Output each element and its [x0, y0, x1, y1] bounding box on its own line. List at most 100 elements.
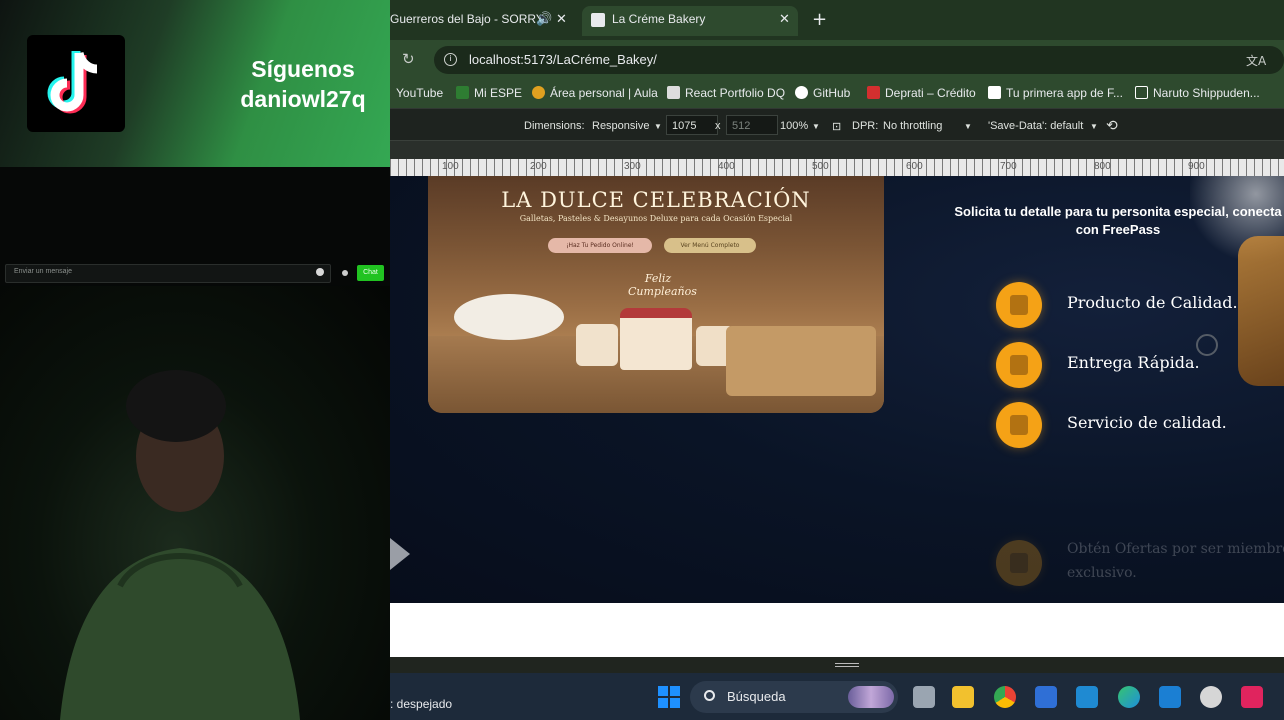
bookmark-react-portfolio[interactable]: React Portfolio DQ [667, 86, 785, 100]
feature-offers: Obtén Ofertas por ser miembro exclusivo. [996, 540, 1284, 586]
ruler-label: 400 [718, 161, 735, 172]
resize-handle[interactable] [390, 657, 1284, 673]
bookmark-primera-app[interactable]: Tu primera app de F... [988, 86, 1123, 100]
ruler-label: 200 [530, 161, 547, 172]
hero-banner: LA DULCE CELEBRACIÓN Galletas, Pasteles … [428, 176, 884, 413]
scroll-indicator[interactable] [1196, 334, 1218, 356]
feature-label: Servicio de calidad. [1067, 413, 1227, 432]
chevron-down-icon[interactable]: ▼ [654, 122, 662, 131]
tiktok-follow-banner: Síguenos daniowl27q [0, 0, 390, 167]
bookmark-mi-espe[interactable]: Mi ESPE [456, 86, 522, 100]
address-bar[interactable]: i localhost:5173/LaCréme_Bakey/ 文A [434, 46, 1284, 74]
dpr-label: DPR: [852, 120, 879, 132]
bookmark-deprati[interactable]: Deprati – Crédito [867, 86, 976, 100]
outlook-icon[interactable] [1076, 686, 1098, 708]
width-value: 1075 [672, 120, 697, 132]
tab-bakery[interactable]: La Créme Bakery ✕ [582, 6, 798, 36]
prev-arrow-icon[interactable] [390, 538, 410, 570]
app-icon[interactable] [1200, 686, 1222, 708]
bookmark-icon [456, 86, 469, 99]
bookmark-aula[interactable]: Área personal | Aula [532, 86, 658, 100]
store-icon[interactable] [1035, 686, 1057, 708]
cookie-plate [454, 294, 564, 340]
delivery-icon [996, 342, 1042, 388]
site-info-icon[interactable]: i [444, 53, 457, 66]
zoom-select[interactable]: 100% [780, 120, 808, 132]
chat-settings-icon[interactable] [342, 270, 348, 276]
throttling-select[interactable]: No throttling [883, 120, 942, 132]
offers-icon [996, 540, 1042, 586]
page-favicon-icon [591, 13, 605, 27]
screen: Síguenos daniowl27q Enviar un mensaje Ch… [0, 0, 1284, 720]
task-view-icon[interactable] [913, 686, 935, 708]
bookmark-youtube[interactable]: YouTube [396, 86, 443, 100]
ruler-label: 900 [1188, 161, 1205, 172]
new-tab-button[interactable]: + [812, 9, 827, 30]
tab-close-icon[interactable]: ✕ [556, 6, 567, 32]
feature-label: Entrega Rápida. [1067, 353, 1200, 372]
save-data-select[interactable]: 'Save-Data': default [988, 120, 1083, 132]
rotate-icon[interactable]: ⟲ [1106, 117, 1118, 134]
chat-input[interactable]: Enviar un mensaje [5, 264, 331, 283]
ruler-label: 500 [812, 161, 829, 172]
windows-start-icon[interactable] [658, 686, 680, 708]
ruler-label: 800 [1094, 161, 1111, 172]
url-text[interactable]: localhost:5173/LaCréme_Bakey/ [469, 52, 657, 67]
search-label: Búsqueda [727, 689, 786, 704]
dimensions-select[interactable]: Responsive [592, 120, 649, 132]
view-menu-button[interactable]: Ver Menú Completo [664, 238, 756, 253]
feature-quality: Producto de Calidad. [996, 282, 1284, 328]
username-text: daniowl27q [240, 86, 366, 112]
order-online-button[interactable]: ¡Haz Tu Pedido Online! [548, 238, 652, 253]
bookmark-icon [988, 86, 1001, 99]
viewport-footer-area [390, 603, 1284, 657]
service-icon [996, 402, 1042, 448]
edge-icon[interactable] [1118, 686, 1140, 708]
chrome-icon[interactable] [994, 686, 1016, 708]
browser-toolbar: ↻ i localhost:5173/LaCréme_Bakey/ 文A [390, 40, 1284, 78]
reload-icon[interactable]: ↻ [402, 50, 415, 68]
height-value: 512 [732, 120, 751, 132]
quality-icon [996, 282, 1042, 328]
chevron-down-icon[interactable]: ▼ [964, 122, 972, 131]
tab-strip: Guerreros del Bajo - SORRY 🔊 ✕ La Créme … [390, 0, 1284, 40]
stream-overlay: Síguenos daniowl27q Enviar un mensaje Ch… [0, 0, 390, 720]
bookmark-icon [667, 86, 680, 99]
ruler-label: 300 [624, 161, 641, 172]
breakfast-tray [726, 326, 876, 396]
tab-close-icon[interactable]: ✕ [779, 6, 790, 32]
speaker-icon[interactable]: 🔊 [536, 6, 552, 32]
bookmarks-bar: YouTube Mi ESPE Área personal | Aula Rea… [390, 78, 1284, 108]
file-explorer-icon[interactable] [952, 686, 974, 708]
side-cake [576, 324, 618, 366]
vscode-icon[interactable] [1159, 686, 1181, 708]
feature-label: Obtén Ofertas por ser miembro exclusivo. [1067, 541, 1284, 581]
chevron-down-icon[interactable]: ▼ [812, 122, 820, 131]
tiktok-live-icon[interactable] [1241, 686, 1263, 708]
ruler-ticks [390, 159, 1284, 177]
webcam-feed [0, 286, 390, 720]
hero-title: LA DULCE CELEBRACIÓN [501, 188, 811, 212]
dimensions-label: Dimensions: [524, 120, 585, 132]
bookmark-icon [1135, 86, 1148, 99]
chat-send-button[interactable]: Chat [357, 265, 384, 281]
search-icon [704, 690, 715, 701]
ruler: 100 200 300 400 500 600 700 800 900 [390, 140, 1284, 177]
tab-music[interactable]: Guerreros del Bajo - SORRY 🔊 ✕ [390, 6, 575, 36]
ruler-label: 700 [1000, 161, 1017, 172]
drag-handle-icon[interactable] [835, 663, 859, 667]
dpr-icon[interactable]: ⊡ [832, 120, 841, 133]
emoji-icon[interactable] [316, 268, 324, 276]
windows-taskbar: : despejado Búsqueda [390, 673, 1284, 720]
browser-window: Guerreros del Bajo - SORRY 🔊 ✕ La Créme … [390, 0, 1284, 720]
chevron-down-icon[interactable]: ▼ [1090, 122, 1098, 131]
bookmark-github[interactable]: GitHub [795, 86, 850, 100]
feature-service: Servicio de calidad. [996, 402, 1284, 448]
bookmark-naruto[interactable]: Naruto Shippuden... [1135, 86, 1260, 100]
translate-icon[interactable]: 文A [1246, 52, 1266, 69]
ruler-label: 600 [906, 161, 923, 172]
weather-widget[interactable]: : despejado [390, 697, 452, 711]
tab-label: La Créme Bakery [612, 12, 706, 26]
taskbar-search[interactable]: Búsqueda [690, 681, 898, 713]
tiktok-logo-icon [27, 35, 125, 132]
